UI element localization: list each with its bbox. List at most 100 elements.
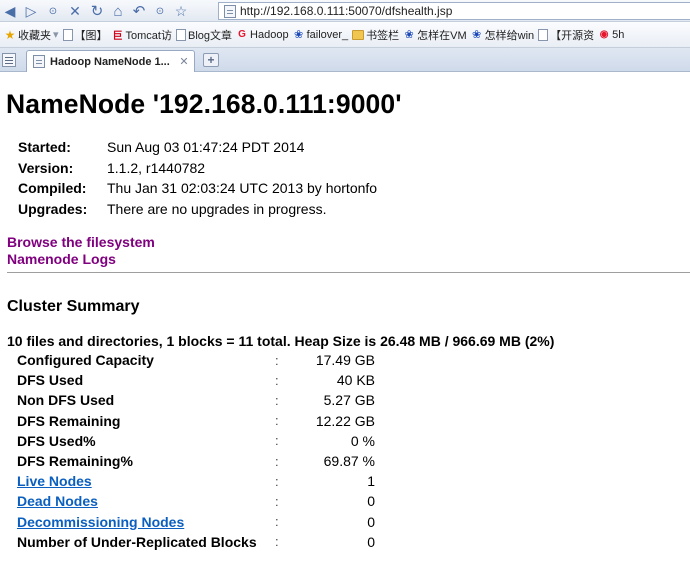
weibo-icon: ◉ — [599, 29, 609, 40]
bookmark-item[interactable]: Blog文章 — [176, 27, 232, 43]
page-icon — [33, 55, 45, 68]
dropdown-icon[interactable]: ⊙ — [151, 2, 169, 20]
info-row: Upgrades: There are no upgrades in progr… — [18, 199, 377, 220]
favorite-star-icon[interactable]: ☆ — [172, 2, 190, 20]
summary-value: 5.27 GB — [323, 392, 375, 409]
bookmark-label: 怎样给win — [484, 29, 535, 42]
summary-separator: : — [275, 372, 279, 388]
info-label: Version: — [18, 159, 74, 176]
table-row: Number of Under-Replicated Blocks : 0 — [17, 532, 375, 552]
summary-separator: : — [275, 514, 279, 530]
stop-icon[interactable]: ✕ — [66, 2, 84, 20]
bookmark-item[interactable]: ❀ 怎样给win — [471, 27, 535, 43]
tab-hadoop-namenode[interactable]: Hadoop NameNode 1... ✕ — [26, 50, 195, 72]
page-icon — [176, 28, 186, 41]
cluster-summary-heading: Cluster Summary — [7, 298, 140, 315]
address-bar[interactable]: http://192.168.0.111:50070/dfshealth.jsp — [218, 2, 690, 20]
new-tab-button[interactable]: + — [203, 53, 219, 67]
browse-filesystem-link[interactable]: Browse the filesystem — [7, 234, 155, 251]
page-content: NameNode '192.168.0.111:9000' Started: S… — [0, 72, 690, 565]
history-icon[interactable]: ↶ — [130, 2, 148, 20]
paw-icon: ❀ — [404, 29, 414, 41]
info-label: Upgrades: — [18, 200, 88, 217]
summary-label-cell: Dead Nodes — [17, 491, 275, 511]
summary-separator: : — [275, 413, 279, 429]
home-icon[interactable]: ⌂ — [109, 2, 127, 20]
summary-separator: : — [275, 534, 279, 550]
bookmark-favorites[interactable]: ★ 收藏夹 ▾ — [4, 27, 59, 43]
bookmark-item[interactable]: G Hadoop — [236, 29, 288, 41]
table-row: Configured Capacity : 17.49 GB — [17, 350, 375, 370]
tab-list-icon[interactable] — [2, 53, 16, 67]
close-icon[interactable]: ✕ — [178, 56, 190, 68]
table-row: Live Nodes : 1 — [17, 471, 375, 491]
info-row: Compiled: Thu Jan 31 02:03:24 UTC 2013 b… — [18, 178, 377, 199]
summary-value: 0 — [367, 533, 375, 550]
bookmark-item[interactable]: ❀ 怎样在VM — [403, 27, 467, 43]
summary-label: DFS Used — [17, 372, 84, 389]
summary-value: 0 % — [350, 432, 375, 449]
namenode-info-table: Started: Sun Aug 03 01:47:24 PDT 2014 Ve… — [18, 137, 377, 219]
summary-separator: : — [275, 433, 279, 449]
summary-separator: : — [275, 473, 279, 489]
table-row: DFS Used% : 0 % — [17, 431, 375, 451]
ju-icon: 巨 — [112, 31, 123, 42]
table-row: Decommissioning Nodes : 0 — [17, 512, 375, 532]
page-icon — [538, 28, 549, 41]
summary-separator: : — [275, 392, 279, 408]
page-title: NameNode '192.168.0.111:9000' — [6, 89, 402, 119]
info-value: Thu Jan 31 02:03:24 UTC 2013 by hortonfo — [107, 180, 378, 197]
folder-icon — [352, 29, 365, 41]
summary-value: 0 — [367, 493, 375, 510]
cluster-summary-text: 10 files and directories, 1 blocks = 11 … — [7, 333, 555, 349]
tab-title: Hadoop NameNode 1... — [50, 55, 170, 68]
bookmark-item[interactable]: 书签栏 — [352, 27, 399, 43]
bookmark-label: 【图】 — [74, 29, 108, 42]
table-row: DFS Used : 40 KB — [17, 370, 375, 390]
info-row: Version: 1.1.2, r1440782 — [18, 158, 377, 179]
info-label: Started: — [18, 139, 71, 156]
summary-label: Configured Capacity — [17, 352, 154, 369]
url-text[interactable]: http://192.168.0.111:50070/dfshealth.jsp — [240, 4, 452, 18]
chevron-down-icon[interactable]: ▾ — [53, 28, 59, 41]
live-nodes-link[interactable]: Live Nodes — [17, 473, 92, 489]
summary-label: Number of Under-Replicated Blocks — [17, 533, 257, 550]
table-row: DFS Remaining : 12.22 GB — [17, 411, 375, 431]
dropdown-icon[interactable]: ⊙ — [44, 2, 62, 20]
forward-icon[interactable]: ▷ — [22, 2, 40, 20]
cluster-summary-table: Configured Capacity : 17.49 GB DFS Used … — [17, 350, 375, 552]
table-row: Dead Nodes : 0 — [17, 491, 375, 511]
paw-icon: ❀ — [472, 29, 482, 41]
weibo-icon: G — [238, 29, 246, 40]
bookmark-item[interactable]: ❀ failover_ — [293, 29, 348, 42]
info-value: 1.1.2, r1440782 — [107, 159, 206, 176]
summary-label-cell: Live Nodes — [17, 471, 275, 491]
summary-separator: : — [275, 352, 279, 368]
summary-label: DFS Used% — [17, 432, 96, 449]
horizontal-divider — [7, 272, 690, 273]
star-icon: ★ — [4, 27, 16, 42]
bookmark-item[interactable]: 【图】 — [62, 27, 108, 43]
info-label: Compiled: — [18, 180, 87, 197]
bookmark-item[interactable]: ◉ 5h — [598, 29, 625, 41]
bookmark-label: Blog文章 — [188, 29, 233, 42]
summary-label: DFS Remaining — [17, 412, 121, 429]
namenode-logs-link[interactable]: Namenode Logs — [7, 251, 155, 268]
summary-value: 69.87 % — [323, 453, 375, 470]
page-icon — [224, 4, 236, 18]
paw-icon: ❀ — [293, 29, 304, 41]
back-icon[interactable]: ◀ — [1, 2, 19, 20]
bookmark-label: 书签栏 — [366, 29, 400, 42]
summary-value: 1 — [367, 473, 375, 490]
table-row: DFS Remaining% : 69.87 % — [17, 451, 375, 471]
bookmark-item[interactable]: 巨 Tomcat访 — [112, 27, 172, 43]
bookmark-item[interactable]: 【开源资 — [538, 27, 594, 43]
summary-separator: : — [275, 453, 279, 469]
dead-nodes-link[interactable]: Dead Nodes — [17, 493, 98, 509]
info-value: Sun Aug 03 01:47:24 PDT 2014 — [107, 139, 305, 156]
summary-separator: : — [275, 493, 279, 509]
refresh-icon[interactable]: ↻ — [88, 2, 106, 20]
bookmark-label: 收藏夹 — [18, 29, 51, 42]
summary-value: 12.22 GB — [315, 412, 375, 429]
decommissioning-nodes-link[interactable]: Decommissioning Nodes — [17, 514, 184, 530]
